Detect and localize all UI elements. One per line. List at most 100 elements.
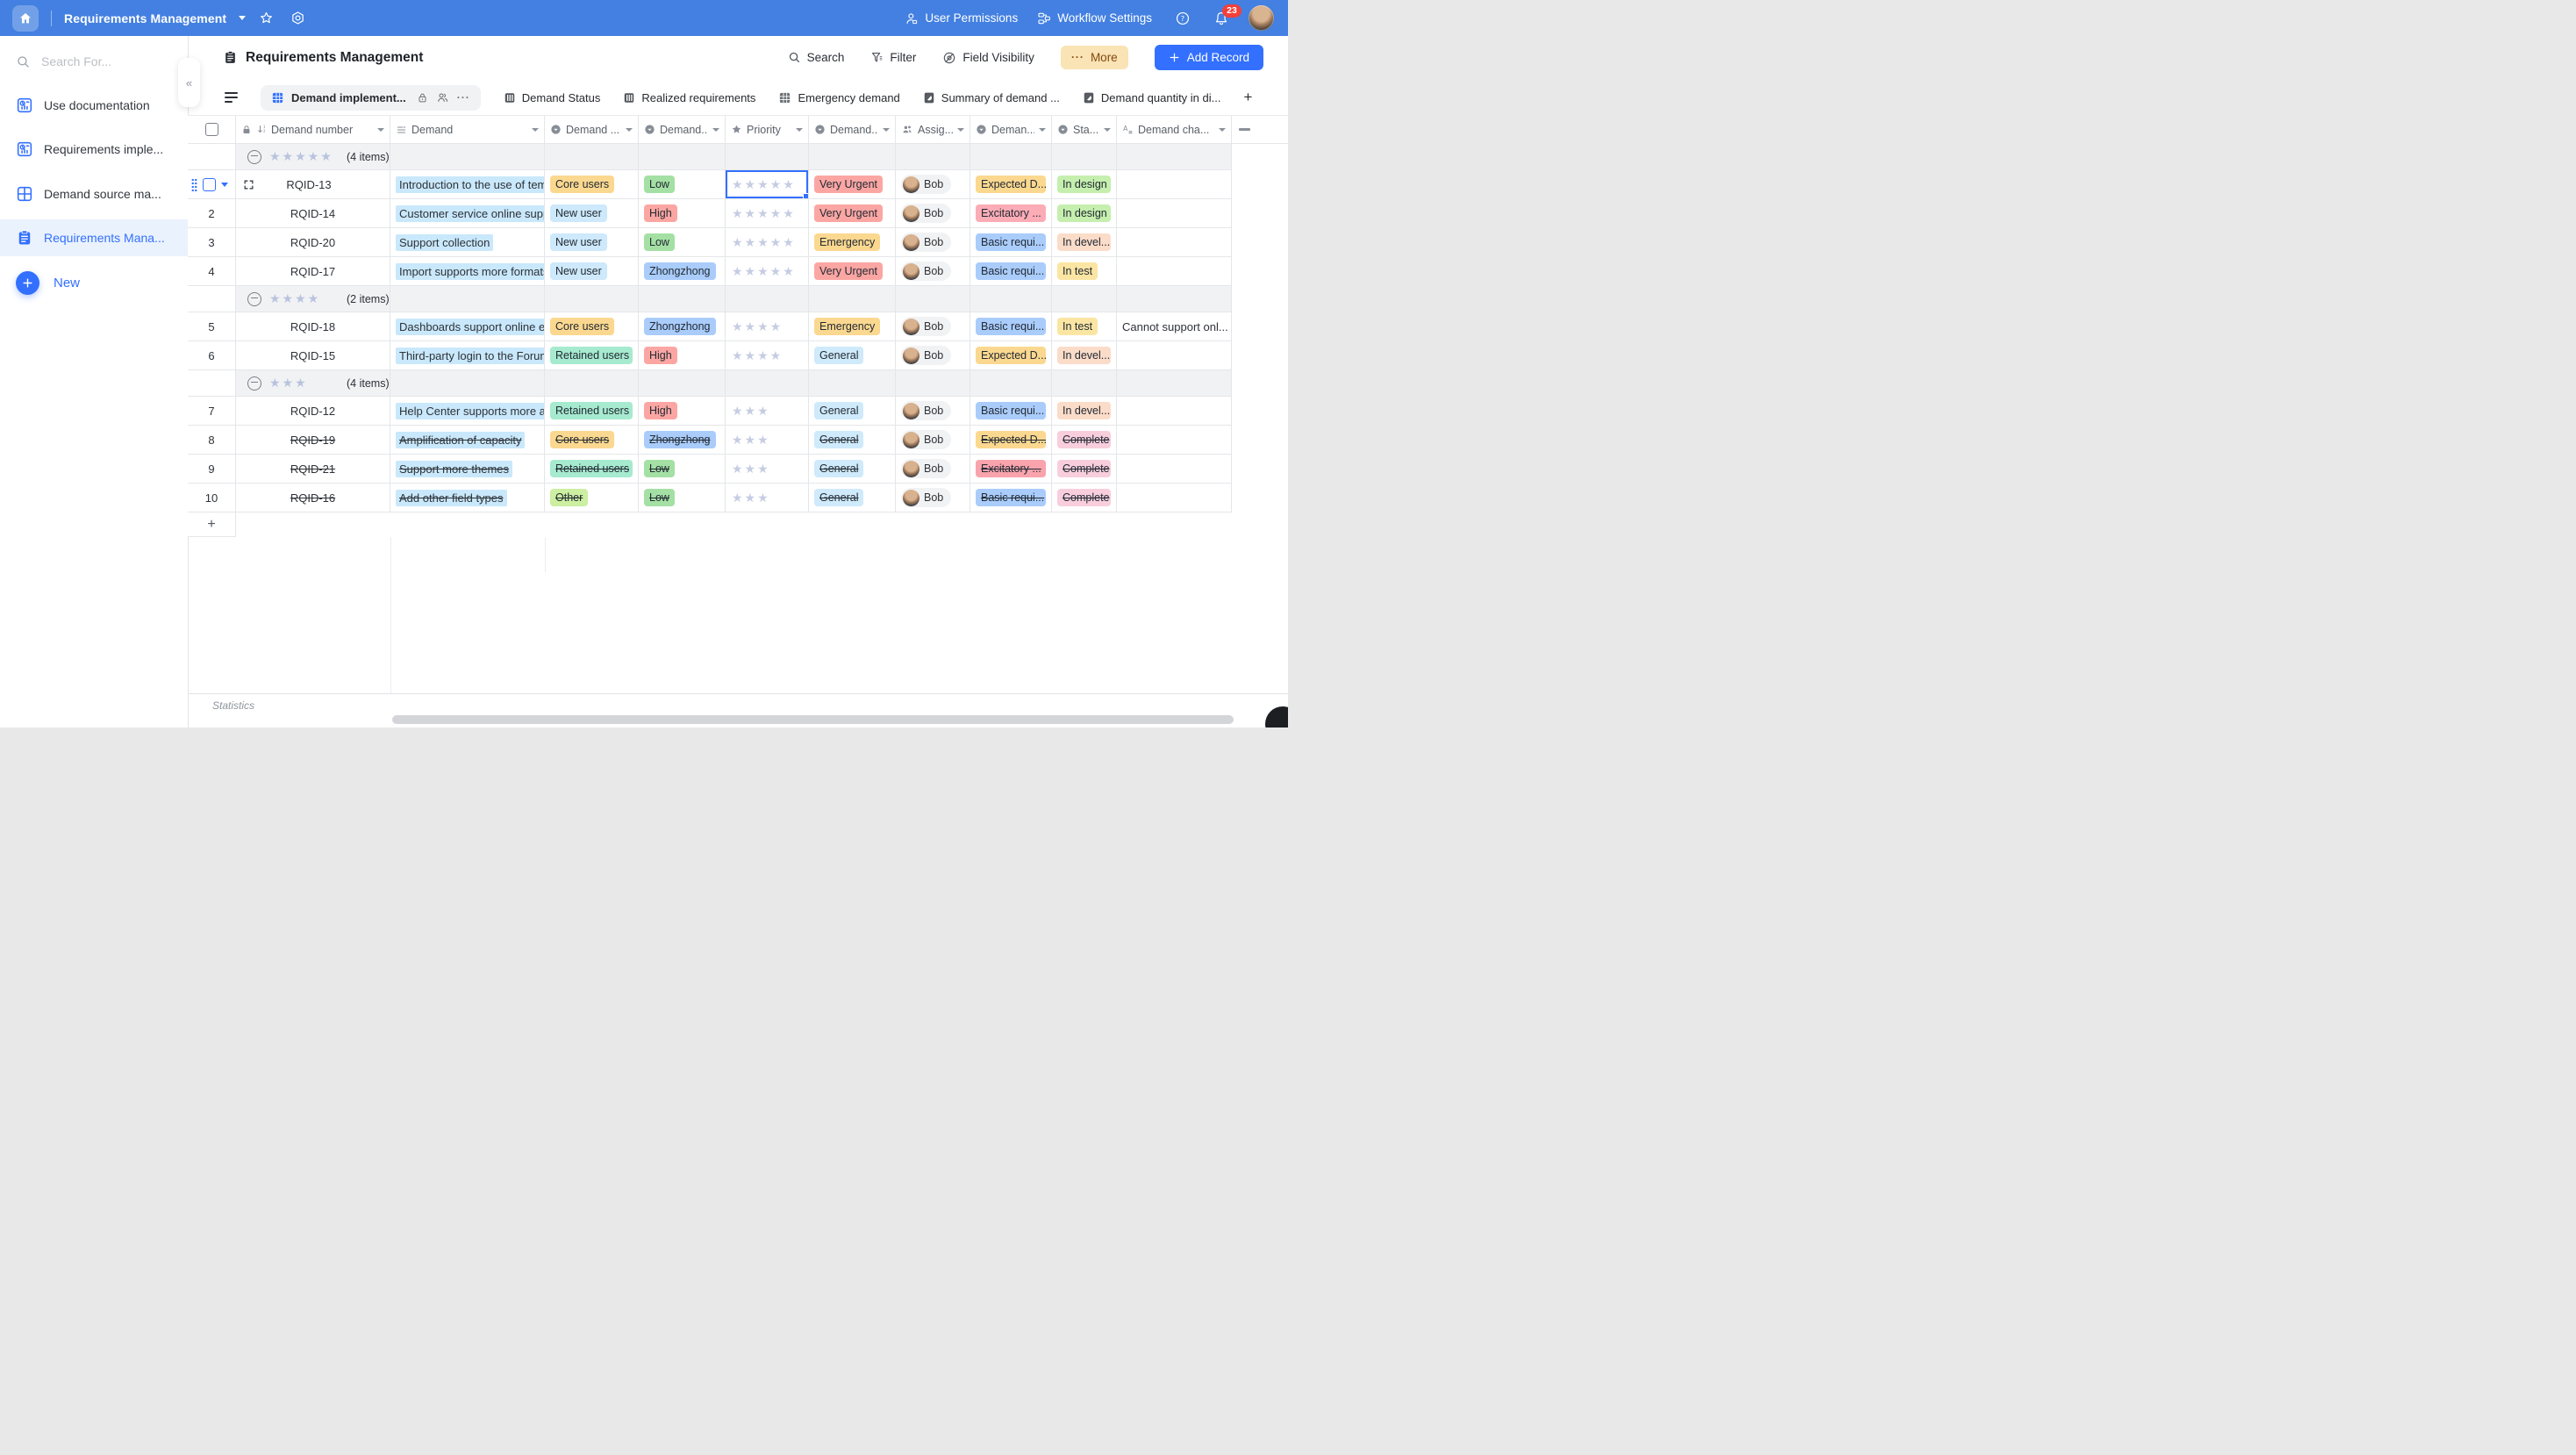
cell-demand-user-type[interactable]: New user [545, 257, 639, 286]
tab-view-6[interactable]: Demand quantity in di... [1083, 91, 1221, 104]
priority-stars[interactable]: ★★★★ [726, 348, 783, 363]
cell-demand-urgency[interactable]: Very Urgent [809, 170, 896, 199]
help-button[interactable]: ? [1171, 7, 1194, 30]
cell-status[interactable]: In devel... [1052, 341, 1117, 370]
tab-view-1[interactable]: Demand implement...··· [261, 85, 481, 111]
cell-demand-number[interactable]: RQID-18 [236, 312, 390, 341]
priority-stars[interactable]: ★★★★★ [726, 235, 796, 250]
cell-assignee[interactable]: Bob [896, 484, 970, 512]
tab-view-3[interactable]: Realized requirements [623, 91, 755, 104]
cell-demand-number[interactable]: RQID-14 [236, 199, 390, 228]
cell-demand-urgency[interactable]: General [809, 484, 896, 512]
cell-demand-category[interactable]: Expected D... [970, 426, 1052, 455]
cell-demand-category[interactable]: Basic requi... [970, 257, 1052, 286]
cell-priority[interactable]: ★★★ [726, 455, 809, 484]
search-button[interactable]: Search [788, 51, 845, 64]
cell-demand-channel[interactable] [1117, 257, 1232, 286]
column-header-formula[interactable]: ADemand cha... [1117, 115, 1232, 144]
selection-fill-handle[interactable] [803, 193, 809, 199]
cell-assignee[interactable]: Bob [896, 228, 970, 257]
column-dropdown-icon[interactable] [377, 128, 384, 132]
sidebar-item-2[interactable]: Requirements imple... [0, 131, 188, 168]
doc-settings-button[interactable] [286, 7, 309, 30]
cell-priority[interactable]: ★★★★★ [726, 170, 809, 199]
cell-priority[interactable]: ★★★ [726, 484, 809, 512]
cell-demand-number[interactable]: RQID-16 [236, 484, 390, 512]
home-button[interactable] [12, 5, 39, 32]
column-dropdown-icon[interactable] [1219, 128, 1226, 132]
tab-view-2[interactable]: Demand Status [504, 91, 601, 104]
cell-demand-urgency[interactable]: Emergency [809, 228, 896, 257]
tab-view-4[interactable]: Emergency demand [778, 91, 899, 104]
cell-demand[interactable]: Introduction to the use of tem [390, 170, 545, 199]
cell-assignee[interactable]: Bob [896, 257, 970, 286]
priority-stars[interactable]: ★★★★★ [726, 206, 796, 221]
cell-demand[interactable]: Import supports more formats [390, 257, 545, 286]
cell-demand-category[interactable]: Expected D... [970, 341, 1052, 370]
cell-status[interactable]: In devel... [1052, 397, 1117, 426]
cell-demand-number[interactable]: RQID-17 [236, 257, 390, 286]
column-header-text[interactable]: Demand [390, 115, 545, 144]
cell-demand-level[interactable]: High [639, 341, 726, 370]
priority-stars[interactable]: ★★★★★ [726, 264, 796, 279]
column-dropdown-icon[interactable] [1039, 128, 1046, 132]
row-number-cell[interactable]: 4 [188, 257, 236, 286]
cell-assignee[interactable]: Bob [896, 341, 970, 370]
cell-demand-number[interactable]: RQID-13 [236, 170, 390, 199]
column-dropdown-icon[interactable] [883, 128, 890, 132]
add-view-button[interactable]: + [1243, 89, 1252, 106]
sidebar-item-3[interactable]: Demand source ma... [0, 176, 188, 212]
column-dropdown-icon[interactable] [626, 128, 633, 132]
cell-demand-channel[interactable] [1117, 199, 1232, 228]
row-number-cell[interactable]: 6 [188, 341, 236, 370]
search-input[interactable] [39, 54, 166, 69]
cell-demand-channel[interactable] [1117, 341, 1232, 370]
cell-demand-category[interactable]: Basic requi... [970, 312, 1052, 341]
sidebar-collapse-button[interactable]: « [178, 58, 200, 107]
column-header-select[interactable]: Demand... [809, 115, 896, 144]
row-dropdown-icon[interactable] [221, 183, 228, 187]
cell-demand-level[interactable]: Zhongzhong [639, 312, 726, 341]
cell-priority[interactable]: ★★★★★ [726, 257, 809, 286]
column-header-checkbox[interactable] [188, 115, 236, 144]
cell-demand-level[interactable]: High [639, 397, 726, 426]
column-dropdown-icon[interactable] [712, 128, 719, 132]
tab-view-5[interactable]: Summary of demand ... [923, 91, 1060, 104]
cell-status[interactable]: In devel... [1052, 228, 1117, 257]
cell-demand-user-type[interactable]: Other [545, 484, 639, 512]
cell-priority[interactable]: ★★★★ [726, 341, 809, 370]
cell-demand[interactable]: Third-party login to the Forum [390, 341, 545, 370]
cell-status[interactable]: Complete [1052, 455, 1117, 484]
cell-demand-urgency[interactable]: General [809, 426, 896, 455]
cell-demand-user-type[interactable]: Core users [545, 426, 639, 455]
cell-status[interactable]: Complete [1052, 484, 1117, 512]
cell-demand-user-type[interactable]: Retained users [545, 397, 639, 426]
new-button[interactable]: New [16, 271, 80, 295]
cell-demand-category[interactable]: Basic requi... [970, 228, 1052, 257]
collapse-group-icon[interactable] [247, 150, 261, 164]
cell-priority[interactable]: ★★★★★ [726, 228, 809, 257]
cell-assignee[interactable]: Bob [896, 170, 970, 199]
statistics-label[interactable]: Statistics [212, 699, 254, 712]
add-row-button[interactable]: + [188, 512, 236, 537]
cell-demand[interactable]: Help Center supports more ar [390, 397, 545, 426]
cell-demand-urgency[interactable]: General [809, 341, 896, 370]
cell-demand-user-type[interactable]: Retained users [545, 455, 639, 484]
cell-status[interactable]: In design [1052, 170, 1117, 199]
cell-priority[interactable]: ★★★ [726, 397, 809, 426]
row-number-cell[interactable]: 7 [188, 397, 236, 426]
cell-demand[interactable]: Add other field types [390, 484, 545, 512]
more-button[interactable]: ··· More [1061, 46, 1128, 69]
cell-demand-level[interactable]: Low [639, 455, 726, 484]
cell-assignee[interactable]: Bob [896, 426, 970, 455]
column-header-select[interactable]: Demand... [639, 115, 726, 144]
cell-demand-category[interactable]: Excitatory ... [970, 455, 1052, 484]
sidebar-search[interactable] [16, 54, 174, 69]
sidebar-item-4[interactable]: Requirements Mana... [0, 219, 188, 256]
collapse-group-icon[interactable] [247, 376, 261, 391]
row-number-cell[interactable]: 3 [188, 228, 236, 257]
priority-stars[interactable]: ★★★ [726, 404, 770, 419]
favorite-star-button[interactable] [254, 7, 277, 30]
cell-demand-level[interactable]: Low [639, 484, 726, 512]
cell-demand-number[interactable]: RQID-19 [236, 426, 390, 455]
